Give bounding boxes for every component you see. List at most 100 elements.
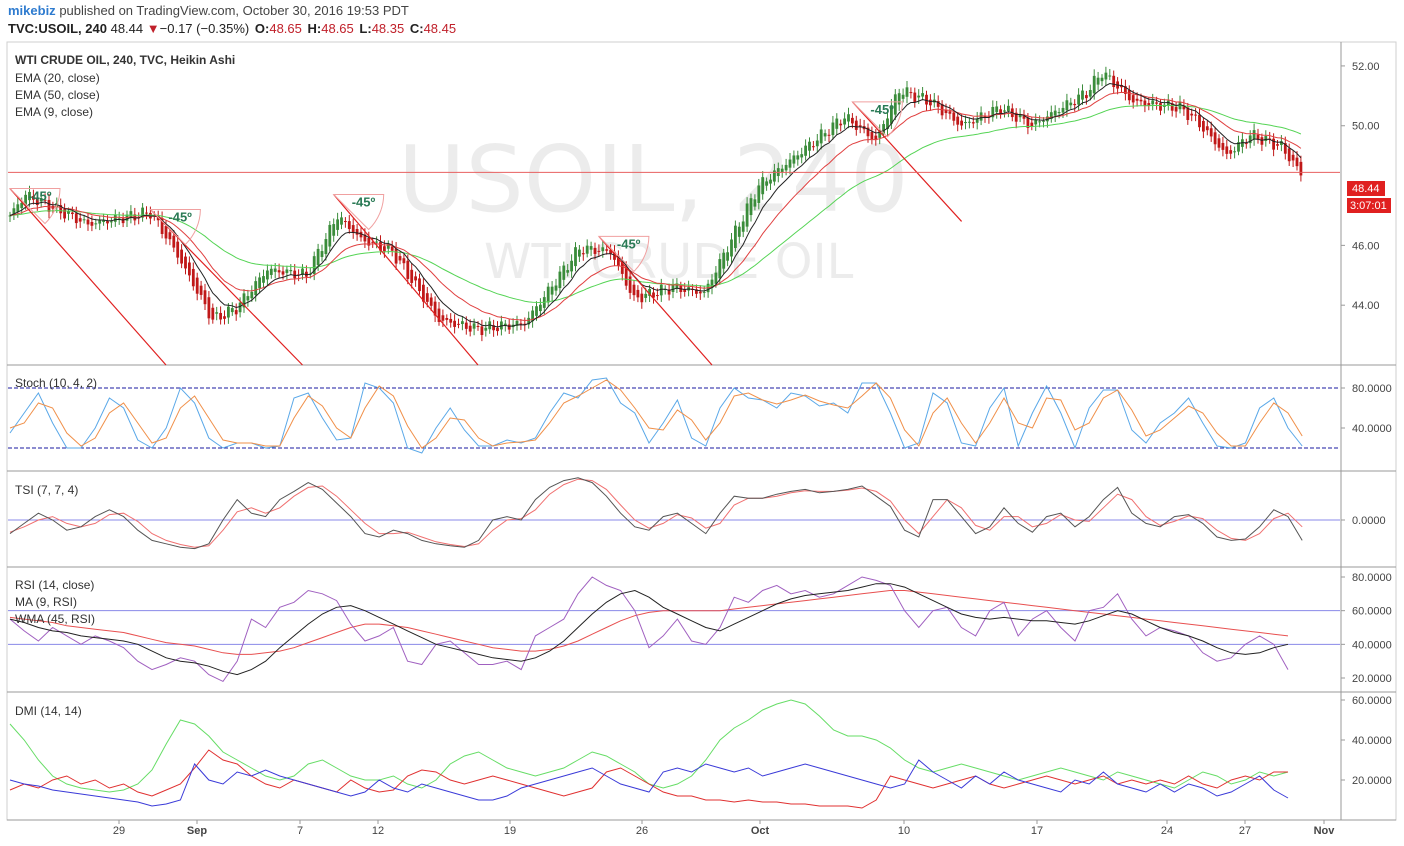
candle-down xyxy=(145,212,148,214)
time-tick-label: 26 xyxy=(636,825,648,837)
candle-down xyxy=(398,256,402,261)
candle-down xyxy=(605,249,609,251)
stoch-pane[interactable]: 80.0000 40.0000 xyxy=(8,377,1392,454)
dmi-tick-label: 60.0000 xyxy=(1352,695,1392,707)
candle-down xyxy=(441,315,445,321)
candle-down xyxy=(1291,154,1295,161)
candle-down xyxy=(956,116,960,125)
candle-up xyxy=(1108,75,1112,77)
candle-up xyxy=(804,145,807,156)
candle-down xyxy=(86,219,90,225)
candle-up xyxy=(1034,120,1038,125)
candle-up xyxy=(273,268,277,272)
chart-canvas[interactable]: USOIL, 240 WTI CRUDE OIL -45º -45º -45º -45… xyxy=(0,0,1404,846)
ema50-legend: EMA (50, close) xyxy=(15,88,100,102)
candle-up xyxy=(558,271,562,289)
dmi-tick-label: 40.0000 xyxy=(1352,735,1392,747)
candle-down xyxy=(827,134,831,136)
candle-up xyxy=(769,179,772,184)
candle-up xyxy=(1061,107,1065,113)
angle-label: -45º xyxy=(28,189,52,204)
candle-down xyxy=(632,284,636,296)
time-tick-label: 12 xyxy=(372,825,384,837)
time-tick-label: 27 xyxy=(1239,825,1251,837)
candle-down xyxy=(176,241,180,258)
candle-down xyxy=(351,225,355,233)
rsi-tick-label: 60.0000 xyxy=(1352,606,1392,618)
candle-down xyxy=(1225,146,1229,154)
candle-down xyxy=(1194,114,1197,116)
tsi-pane[interactable]: 0.0000 xyxy=(8,477,1386,550)
candle-down xyxy=(1127,89,1131,101)
candle-down xyxy=(476,326,480,328)
candle-down xyxy=(851,117,854,124)
candle-up xyxy=(843,118,846,125)
candle-down xyxy=(71,212,74,215)
candle-up xyxy=(737,226,741,237)
candle-up xyxy=(1233,151,1236,153)
candle-up xyxy=(761,177,765,195)
candle-up xyxy=(1042,120,1045,122)
time-tick-label: 7 xyxy=(297,825,303,837)
candle-down xyxy=(640,293,644,303)
candle-up xyxy=(375,241,378,243)
candle-up xyxy=(796,155,800,160)
tsi-tick-label: 0.0000 xyxy=(1352,515,1386,527)
candle-up xyxy=(289,270,293,272)
candle-up xyxy=(601,247,605,252)
dmi-pane[interactable]: 60.0000 40.0000 20.0000 xyxy=(9,695,1392,809)
candle-down xyxy=(507,324,511,330)
candle-up xyxy=(328,224,332,247)
candle-down xyxy=(1217,138,1221,148)
candle-up xyxy=(227,306,230,318)
candle-up xyxy=(1081,90,1084,100)
angle-label: -45º xyxy=(168,209,192,224)
candle-down xyxy=(347,221,351,230)
candle-up xyxy=(757,185,761,203)
candle-down xyxy=(1190,113,1194,116)
candle-up xyxy=(745,203,749,227)
candle-down xyxy=(1135,98,1139,101)
candle-down xyxy=(74,213,78,224)
time-tick-label: 17 xyxy=(1031,825,1043,837)
candle-up xyxy=(1069,102,1073,106)
candle-down xyxy=(870,131,874,140)
candle-down xyxy=(1198,114,1201,128)
candle-up xyxy=(979,112,983,121)
candle-down xyxy=(909,92,913,94)
candle-down xyxy=(1030,122,1034,127)
candle-down xyxy=(281,271,285,275)
candle-up xyxy=(784,164,788,171)
tsi-signal-line xyxy=(9,478,1303,548)
candle-up xyxy=(570,260,573,272)
plus-di-line xyxy=(9,759,1289,807)
candle-up xyxy=(765,181,768,186)
main-pane-title: WTI CRUDE OIL, 240, TVC, Heikin Ashi xyxy=(15,53,235,67)
candle-up xyxy=(905,87,909,97)
candle-up xyxy=(1007,105,1010,112)
candle-up xyxy=(1151,100,1155,105)
candle-up xyxy=(792,155,796,164)
rsi-pane[interactable]: 80.0000 60.0000 40.0000 20.0000 xyxy=(8,572,1392,685)
candle-up xyxy=(831,122,835,136)
time-tick-label: Nov xyxy=(1314,825,1336,837)
candle-up xyxy=(250,291,254,299)
candle-down xyxy=(1260,137,1264,145)
candle-up xyxy=(1057,112,1061,114)
angle-label: -45º xyxy=(870,102,894,117)
candle-up xyxy=(893,94,897,115)
candle-up xyxy=(484,327,488,331)
candle-down xyxy=(960,120,963,126)
candle-up xyxy=(1092,75,1096,94)
candle-down xyxy=(188,262,191,276)
candle-down xyxy=(1244,143,1248,145)
candle-down xyxy=(952,112,956,121)
ema20-legend: EMA (20, close) xyxy=(15,71,100,85)
candle-up xyxy=(917,95,921,98)
candle-up xyxy=(718,259,722,279)
candle-down xyxy=(164,226,168,239)
candle-up xyxy=(847,114,850,122)
candle-up xyxy=(901,94,905,99)
candle-up xyxy=(800,154,804,158)
candle-up xyxy=(94,223,98,225)
